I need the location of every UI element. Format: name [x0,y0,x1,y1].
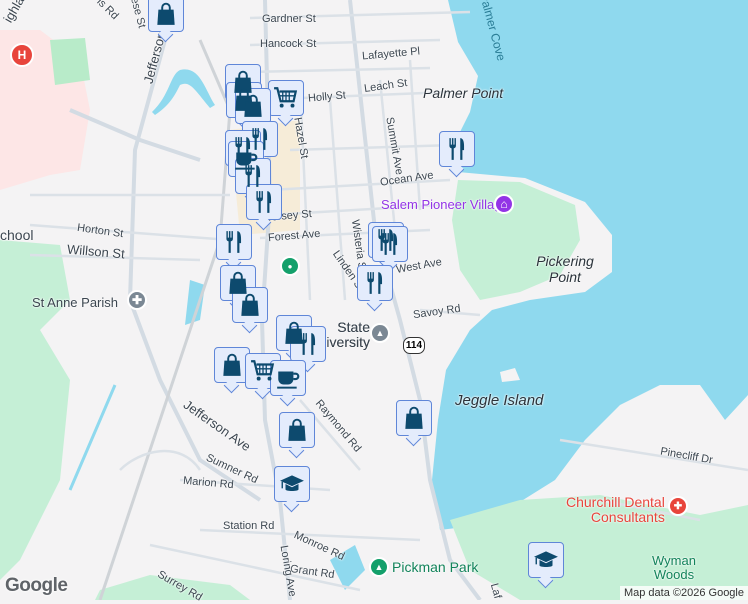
cart-icon [250,358,276,384]
poi-label-line: Churchill Dental [566,494,665,510]
poi-label-line: versity [329,334,370,350]
school-marker[interactable] [528,542,564,578]
school-icon [279,471,305,497]
google-logo[interactable]: Google [5,575,68,597]
stream [68,384,117,491]
restaurant-marker[interactable] [357,265,393,301]
restaurant-marker[interactable] [372,226,408,262]
shopping-marker[interactable] [232,287,268,323]
restaurant-icon [240,163,266,189]
cafe-icon [275,365,301,391]
hospital-icon[interactable]: H [10,43,34,67]
restaurant-icon [362,270,388,296]
restaurant-marker[interactable] [216,224,252,260]
shopping-marker[interactable] [148,0,184,32]
shopping-marker[interactable] [396,400,432,436]
shopping-icon [237,292,263,318]
place-label: Jeggle Island [455,392,544,409]
school-icon [533,547,559,573]
shopping-icon [153,1,179,27]
poi-label[interactable]: St Anne Parish [32,295,118,310]
church-icon[interactable]: ✚ [127,290,147,310]
shopping-marker[interactable] [235,88,271,124]
tree-icon[interactable]: ▲ [369,557,389,577]
poi-label-line: State [337,319,370,335]
shopping-icon [284,417,310,443]
shopping-marker[interactable] [214,347,250,383]
place-label: Pickering Point [535,253,595,285]
poi-label-line: Consultants [590,509,665,525]
map-attribution[interactable]: Map data ©2026 Google [619,586,748,600]
park-area-west [0,240,70,580]
university-icon[interactable]: ▲ [370,323,390,343]
poi-label-line: Wyman [652,553,696,568]
shopping-icon [240,93,266,119]
poi-label[interactable]: Pickman Park [392,559,478,575]
poi-label: chool [0,227,34,243]
school-marker[interactable] [274,466,310,502]
poi-label-line: Woods [653,567,695,582]
shopping-icon [401,405,427,431]
restaurant-icon [377,231,403,257]
street-label: Gardner St [262,13,316,25]
place-label: Palmer Point [423,85,504,101]
park-area [50,38,90,85]
restaurant-icon [221,229,247,255]
cart-marker[interactable] [268,80,304,116]
restaurant-icon [444,136,470,162]
park-pin-icon[interactable]: ● [280,256,300,276]
place-label-text: Pickering Point [536,253,594,285]
street-label: Hancock St [260,38,317,50]
restaurant-icon [251,189,277,215]
street-label: Station Rd [223,520,275,532]
museum-icon[interactable]: ⌂ [494,194,514,214]
poi-label[interactable]: Churchill Dental Consultants [566,495,665,525]
cafe-marker[interactable] [270,360,306,396]
dental-icon[interactable]: ✚ [668,496,688,516]
shopping-icon [219,352,245,378]
restaurant-icon [295,331,321,357]
poi-label[interactable]: Salem Pioneer Village [381,197,509,212]
poi-label: Wyman Woods [652,554,696,582]
shopping-marker[interactable] [279,412,315,448]
state-university-label-lines: State versity [330,320,370,350]
restaurant-marker[interactable] [439,131,475,167]
restaurant-marker[interactable] [246,184,282,220]
route-shield: 114 [403,337,425,354]
restaurant-marker[interactable] [290,326,326,362]
cart-icon [273,85,299,111]
pond [152,69,215,115]
